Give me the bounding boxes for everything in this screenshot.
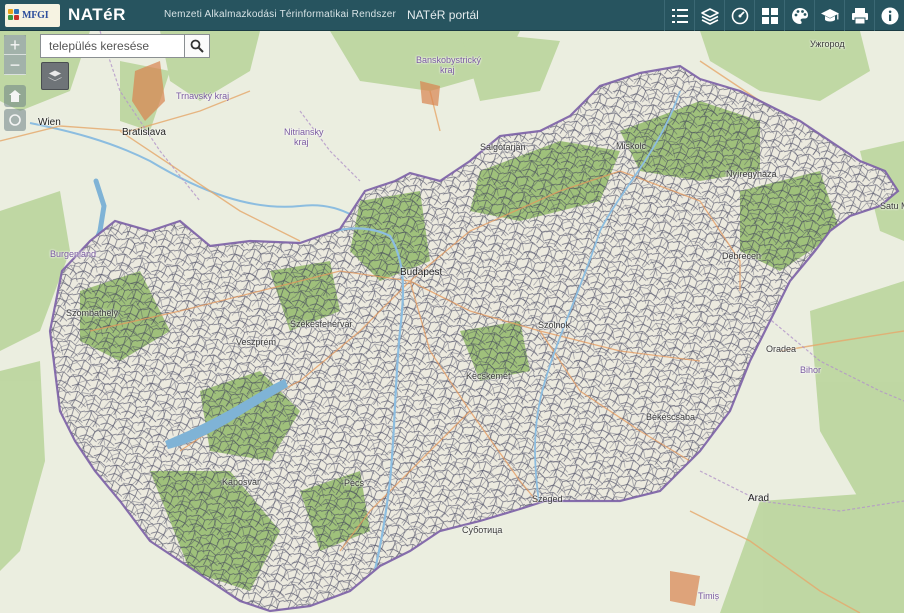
info-button[interactable] <box>874 0 904 31</box>
label-timis: Timiș <box>698 591 720 601</box>
locate-button[interactable] <box>4 109 26 131</box>
label-kraj-1: kraj <box>440 65 455 75</box>
dashboard-button[interactable] <box>724 0 754 31</box>
label-trnavsky: Trnavský kraj <box>176 91 230 101</box>
legend-list-button[interactable] <box>664 0 694 31</box>
info-icon <box>881 7 898 24</box>
logo-text: MFGI <box>22 10 49 21</box>
app-subtitle: Nemzeti Alkalmazkodási Térinformatikai R… <box>164 9 397 20</box>
label-bratislava: Bratislava <box>122 127 166 138</box>
print-button[interactable] <box>844 0 874 31</box>
label-salgotarjan: Salgótarján <box>480 142 526 152</box>
app-name[interactable]: NATéR <box>68 5 126 25</box>
label-burgenland: Burgenland <box>50 249 97 259</box>
label-kraj-2: kraj <box>294 137 309 147</box>
search-button[interactable] <box>184 34 210 58</box>
stacked-layers-icon <box>47 69 63 82</box>
layers-icon <box>700 7 719 25</box>
label-miskolc: Miskolc <box>616 141 647 151</box>
label-banskobystricky: Banskobystrický <box>416 55 482 65</box>
grid-view-button[interactable] <box>754 0 784 31</box>
map-view[interactable]: Wien Bratislava Burgenland Banskobystric… <box>0 31 904 613</box>
label-veszprem: Veszprém <box>236 337 277 347</box>
basemap-switch-button[interactable] <box>41 62 69 90</box>
label-nyiregyhaza: Nyíregyháza <box>726 169 777 179</box>
label-szombathely: Szombathely <box>66 308 119 318</box>
print-icon <box>851 7 868 24</box>
graduation-cap-icon <box>820 8 839 21</box>
legend-list-icon <box>671 8 688 23</box>
palette-icon <box>791 7 808 24</box>
basemap <box>0 31 904 613</box>
education-button[interactable] <box>814 0 844 31</box>
label-szekesfehervar: Székesfehérvár <box>290 319 353 329</box>
layers-button[interactable] <box>694 0 724 31</box>
home-icon <box>9 90 21 102</box>
label-satu-mare: Satu M <box>880 201 904 211</box>
label-szeged: Szeged <box>532 494 563 504</box>
portal-link[interactable]: NATéR portál <box>407 8 479 22</box>
mfgi-logo[interactable]: MFGI <box>5 4 60 27</box>
locate-icon <box>9 114 21 126</box>
zoom-out-button[interactable]: − <box>4 55 26 75</box>
label-szolnok: Szolnok <box>538 320 571 330</box>
home-extent-button[interactable] <box>4 85 26 107</box>
label-wien: Wien <box>38 117 61 128</box>
label-bekescsaba: Békéscsaba <box>646 412 696 422</box>
dashboard-icon <box>731 7 748 24</box>
toolbar <box>664 0 904 31</box>
search-icon <box>190 39 204 53</box>
grid-view-icon <box>761 7 778 24</box>
label-arad: Arad <box>748 493 770 504</box>
label-oradea: Oradea <box>766 344 797 354</box>
label-debrecen: Debrecen <box>722 251 762 261</box>
label-subotica: Суботица <box>462 525 503 535</box>
label-budapest: Budapest <box>400 267 443 278</box>
label-bihor: Bihor <box>800 365 822 375</box>
search-input[interactable] <box>40 34 184 58</box>
palette-button[interactable] <box>784 0 814 31</box>
label-pecs: Pécs <box>344 478 365 488</box>
top-bar: MFGI NATéR Nemzeti Alkalmazkodási Térinf… <box>0 0 904 31</box>
zoom-control: + − <box>4 35 26 75</box>
mfgi-logo-mark <box>8 8 20 24</box>
label-nitriansky: Nitriansky <box>284 127 324 137</box>
settlement-search <box>40 34 210 58</box>
label-uzhorod: Ужгород <box>810 39 845 49</box>
zoom-in-button[interactable]: + <box>4 35 26 55</box>
label-kecskemet: Kecskemét <box>466 371 511 381</box>
label-kaposvar: Kaposvár <box>222 477 261 487</box>
